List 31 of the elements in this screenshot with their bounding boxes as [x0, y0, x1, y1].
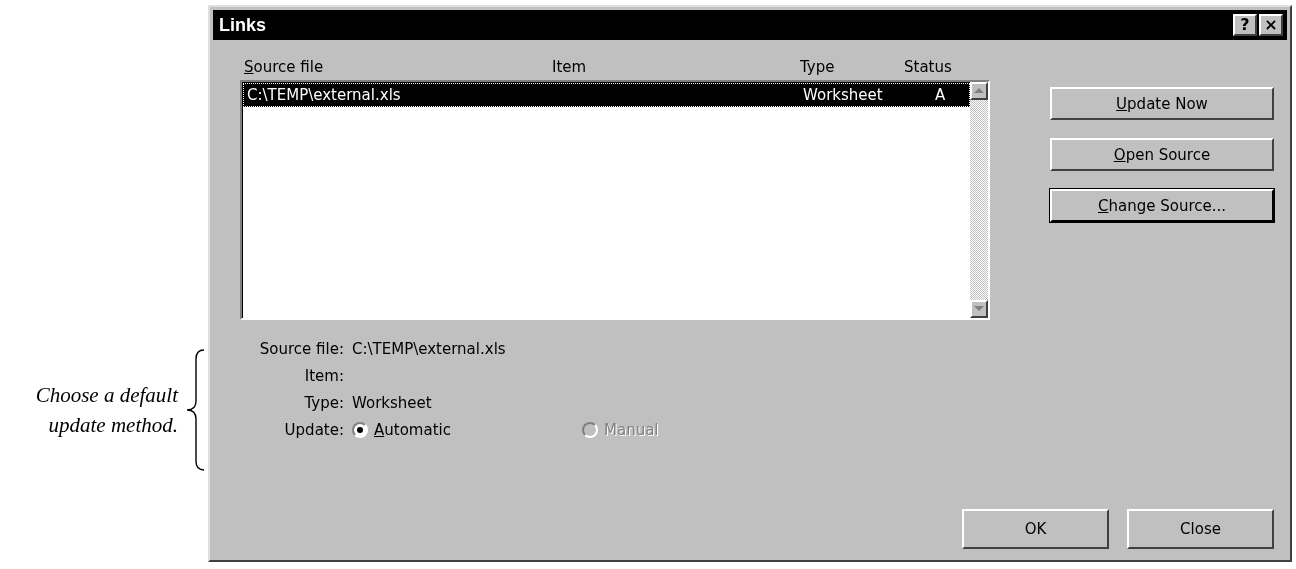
dialog-button[interactable]: Open Source	[1050, 138, 1274, 171]
dialog-button[interactable]: Close	[1127, 509, 1274, 549]
scroll-down-button[interactable]	[970, 300, 988, 318]
up-arrow-icon	[974, 88, 984, 94]
help-button[interactable]: ?	[1233, 14, 1257, 36]
detail-label: Type:	[303, 393, 344, 412]
close-button[interactable]: ×	[1259, 14, 1283, 36]
brace-icon	[184, 349, 206, 471]
scrollbar[interactable]	[970, 82, 988, 318]
window-title: Links	[219, 14, 266, 36]
detail-value: C:\TEMP\external.xls	[352, 339, 506, 358]
detail-label: Source file:	[258, 339, 344, 358]
annotation-text: Choose a default update method.	[34, 381, 180, 439]
table-cell: C:\TEMP\external.xls	[247, 86, 401, 104]
detail-value: Worksheet	[352, 393, 432, 412]
radio-label[interactable]: Automatic	[374, 420, 451, 439]
dialog-button[interactable]: OK	[962, 509, 1109, 549]
detail-label: Item:	[303, 366, 344, 385]
down-arrow-icon	[974, 306, 984, 312]
table-cell: A	[935, 86, 946, 104]
list-row[interactable]: C:\TEMP\external.xls Worksheet A	[243, 83, 970, 107]
column-header: Status	[904, 58, 952, 76]
dialog-button[interactable]: Change Source...	[1050, 189, 1274, 222]
detail-label: Update:	[283, 420, 344, 439]
column-header: Item	[552, 58, 587, 76]
dialog-button[interactable]: Update Now	[1050, 87, 1274, 120]
column-header: Type	[800, 58, 835, 76]
column-header: Source file	[244, 58, 324, 76]
scroll-up-button[interactable]	[970, 82, 988, 100]
radio-button[interactable]	[352, 421, 368, 438]
table-cell: Worksheet	[803, 86, 883, 104]
